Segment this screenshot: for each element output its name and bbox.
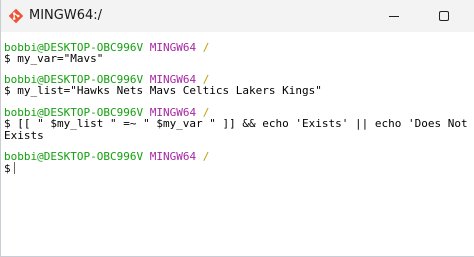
terminal-area[interactable]: bobbi@DESKTOP-OBC996V MINGW64 / $ my_var… bbox=[1, 32, 474, 256]
command-line: $ bbox=[4, 162, 18, 175]
command-line: $ my_var="Mavs" bbox=[4, 52, 104, 65]
prompt-env: MINGW64 bbox=[149, 150, 197, 163]
prompt-path: / bbox=[202, 41, 210, 54]
prompt-path: / bbox=[202, 150, 210, 163]
maximize-icon bbox=[439, 11, 449, 21]
minimize-icon bbox=[389, 16, 399, 17]
title-bar[interactable]: MINGW64:/ bbox=[1, 0, 474, 32]
text-cursor bbox=[14, 162, 15, 174]
git-bash-icon bbox=[8, 8, 24, 24]
command-line: $ my_list="Hawks Nets Mavs Celtics Laker… bbox=[4, 84, 322, 97]
command-output: Exists bbox=[4, 129, 44, 142]
maximize-button[interactable] bbox=[421, 0, 467, 32]
prompt-user-host: bobbi@DESKTOP-OBC996V bbox=[4, 150, 144, 163]
command-line: $ [[ " $my_list " =~ " $my_var " ]] && e… bbox=[4, 117, 474, 130]
terminal-window: MINGW64:/ bobbi@DESKTOP-OBC996V MINGW64 … bbox=[0, 0, 474, 257]
prompt-env: MINGW64 bbox=[149, 41, 197, 54]
prompt-line: bobbi@DESKTOP-OBC996V MINGW64 / bbox=[4, 150, 209, 163]
minimize-button[interactable] bbox=[371, 0, 417, 32]
window-title: MINGW64:/ bbox=[29, 8, 103, 23]
